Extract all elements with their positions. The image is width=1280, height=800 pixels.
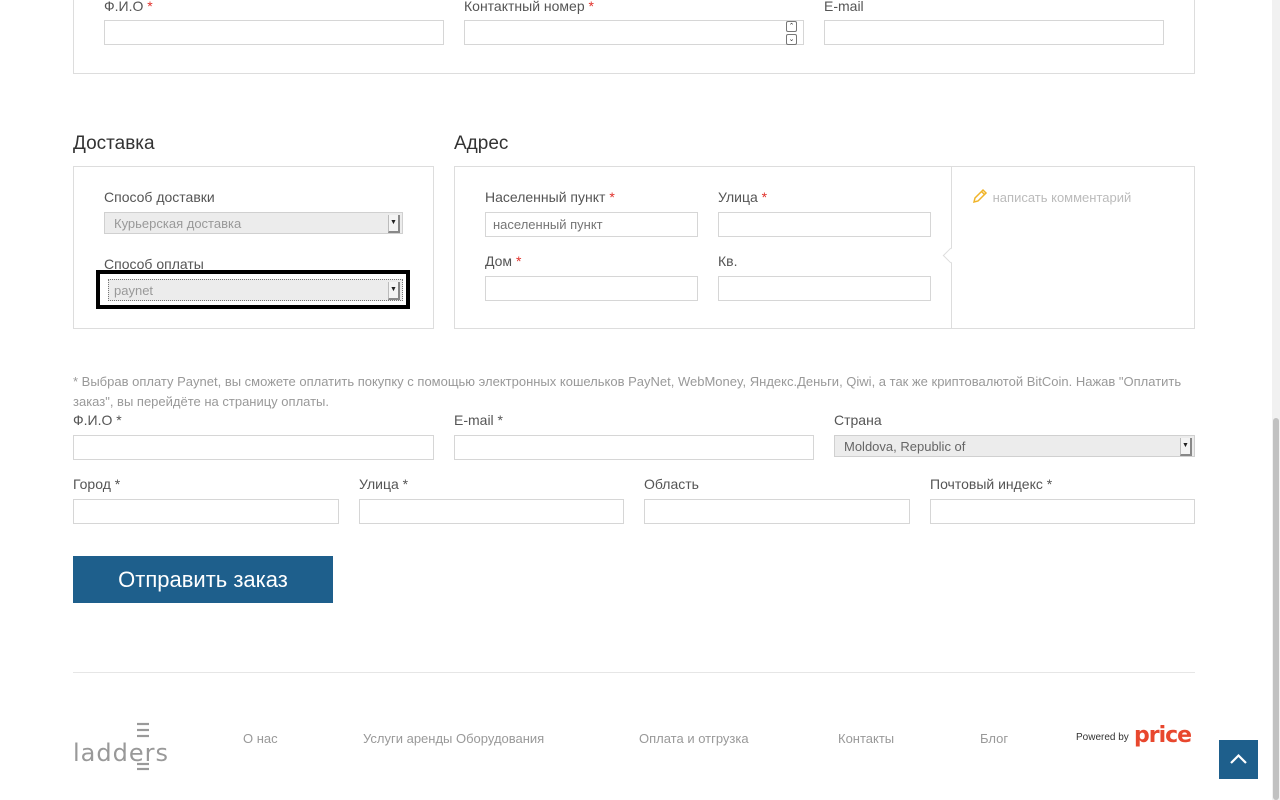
chevron-up-icon	[1230, 753, 1247, 764]
dropdown-arrow-icon: ▼	[388, 215, 400, 233]
price-logo: price	[1134, 723, 1192, 748]
contact-email-input[interactable]	[824, 20, 1164, 45]
billing-fio-label: Ф.И.О *	[73, 412, 122, 428]
street-input[interactable]	[718, 212, 931, 237]
contact-fio-input[interactable]	[104, 20, 444, 45]
footer-link-payment[interactable]: Оплата и отгрузка	[639, 731, 749, 746]
footer-link-rental[interactable]: Услуги аренды Оборудования	[363, 731, 544, 746]
locality-label: Населенный пункт *	[485, 189, 615, 205]
powered-by-price[interactable]: Powered by price	[1076, 723, 1196, 750]
dropdown-arrow-icon: ▼	[1180, 438, 1192, 456]
delivery-method-label: Способ доставки	[104, 189, 215, 205]
billing-street-label: Улица *	[359, 476, 409, 492]
comment-link-text: написать комментарий	[992, 190, 1132, 205]
footer-link-blog[interactable]: Блог	[980, 731, 1008, 746]
footer-divider	[73, 672, 1195, 673]
powered-by-label: Powered by	[1076, 732, 1129, 743]
contact-phone-label: Контактный номер *	[464, 0, 594, 14]
locality-input[interactable]	[485, 212, 698, 237]
country-select[interactable]: Moldova, Republic of ▼	[834, 435, 1195, 457]
apt-input[interactable]	[718, 276, 931, 301]
comment-link[interactable]: написать комментарий	[971, 187, 1131, 208]
dropdown-arrow-icon: ▼	[388, 282, 400, 300]
city-label: Город *	[73, 476, 121, 492]
contact-fio-label: Ф.И.О *	[104, 0, 153, 14]
zip-input[interactable]	[930, 499, 1195, 524]
street-label: Улица *	[718, 189, 768, 205]
spin-arrows-icon[interactable]: ⌃ ⌄	[786, 21, 797, 45]
address-heading: Адрес	[454, 133, 509, 154]
zip-label: Почтовый индекс *	[930, 476, 1053, 492]
billing-fio-input[interactable]	[73, 435, 434, 460]
house-label: Дом *	[485, 253, 522, 269]
city-input[interactable]	[73, 499, 339, 524]
country-value: Moldova, Republic of	[844, 439, 966, 454]
delivery-method-value: Курьерская доставка	[114, 216, 242, 231]
pencil-icon	[971, 187, 989, 208]
footer-link-about[interactable]: О нас	[243, 731, 278, 746]
delivery-method-select[interactable]: Курьерская доставка ▼	[104, 212, 403, 234]
region-input[interactable]	[644, 499, 910, 524]
contact-email-label: E-mail	[824, 0, 864, 14]
footer-link-contacts[interactable]: Контакты	[838, 731, 894, 746]
paynet-note: * Выбрав оплату Paynet, вы сможете оплат…	[73, 374, 1182, 409]
ladders-logo[interactable]: ladders	[73, 722, 178, 772]
country-label: Страна	[834, 412, 882, 428]
payment-method-value: paynet	[114, 283, 154, 298]
contact-phone-input[interactable]: ⌃ ⌄	[464, 20, 804, 45]
apt-label: Кв.	[718, 253, 738, 269]
billing-email-label: E-mail *	[454, 412, 504, 428]
payment-method-select[interactable]: paynet ▼	[108, 279, 403, 301]
billing-street-input[interactable]	[359, 499, 624, 524]
house-input[interactable]	[485, 276, 698, 301]
region-label: Область	[644, 476, 699, 492]
ladders-logo-text: ladders	[73, 739, 169, 767]
billing-email-input[interactable]	[454, 435, 814, 460]
delivery-heading: Доставка	[73, 133, 155, 154]
page-scrollbar-thumb[interactable]	[1273, 418, 1279, 800]
submit-order-button[interactable]: Отправить заказ	[73, 556, 333, 603]
scroll-top-button[interactable]	[1219, 740, 1258, 779]
